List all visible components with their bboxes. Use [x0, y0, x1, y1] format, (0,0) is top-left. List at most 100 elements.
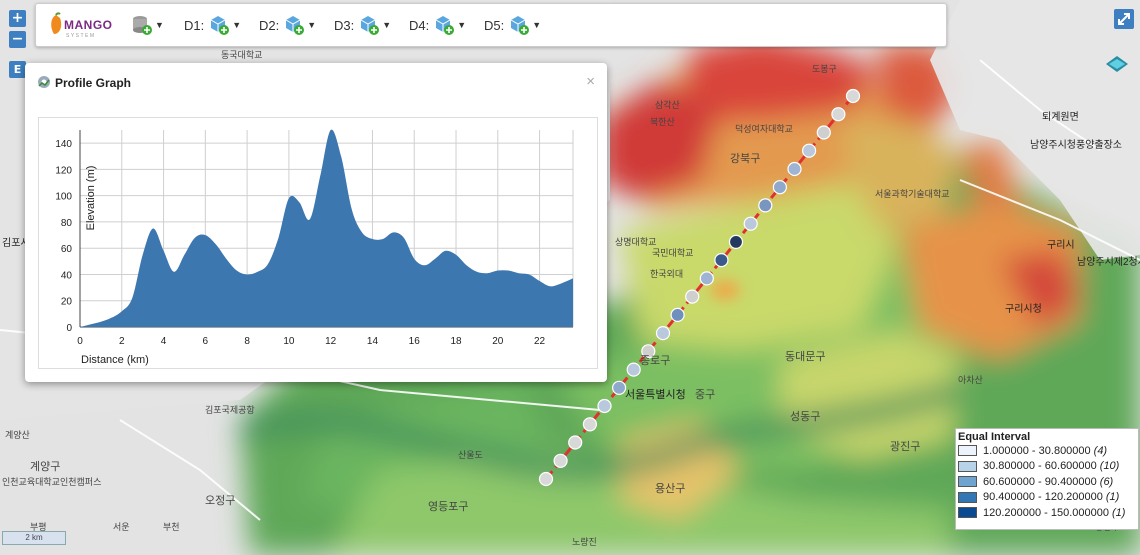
map-label: 노량진: [572, 536, 597, 547]
profile-point[interactable]: [816, 125, 831, 140]
x-tick-label: 4: [161, 336, 167, 347]
layers-icon: [1106, 56, 1128, 72]
y-tick-label: 20: [61, 297, 73, 308]
profile-point[interactable]: [758, 198, 773, 213]
profile-chart: 0 20 40 60 80 100 120 140 0 2 4 6 8 10 12 14 16 18 20 22 E…: [55, 129, 574, 366]
profile-point[interactable]: [611, 380, 627, 395]
x-tick-label: 2: [119, 336, 125, 347]
profile-point[interactable]: [568, 435, 583, 450]
zoom-in-button[interactable]: +: [9, 10, 26, 27]
edit-button[interactable]: E: [9, 61, 26, 78]
x-tick-label: 10: [283, 336, 295, 347]
layer-d2-menu[interactable]: D2: ▼: [259, 14, 316, 36]
profile-point[interactable]: [626, 362, 641, 377]
logo-subtext: SYSTEM: [66, 33, 96, 39]
x-tick-label: 6: [203, 336, 209, 347]
layer-label: D3:: [334, 17, 355, 33]
layer-d1-menu[interactable]: D1: ▼: [184, 14, 241, 36]
legend-swatch: [958, 491, 977, 503]
map-label: 성동구: [790, 410, 820, 423]
profile-point[interactable]: [553, 453, 568, 468]
layer-label: D4:: [409, 17, 430, 33]
map-label: 강북구: [730, 152, 760, 165]
map-label: 중구: [695, 389, 715, 401]
chevron-down-icon: ▼: [532, 20, 542, 30]
map-label: 영등포구: [428, 500, 468, 513]
cube-add-icon: [360, 16, 380, 35]
mango-logo-icon: [51, 12, 62, 34]
map-label: 동국대학교: [221, 50, 262, 60]
layers-button[interactable]: [1104, 53, 1130, 79]
layer-d3-menu[interactable]: D3: ▼: [334, 14, 391, 36]
map-label: 삼각산: [655, 99, 680, 110]
profile-point[interactable]: [655, 326, 671, 341]
chevron-down-icon: ▼: [457, 20, 467, 30]
chevron-down-icon: ▼: [232, 20, 242, 30]
profile-point[interactable]: [728, 234, 744, 249]
y-tick-label: 120: [55, 165, 72, 176]
legend-title: Equal Interval: [958, 431, 1031, 443]
legend-item: 90.400000 - 120.200000 (1): [956, 490, 1138, 506]
legend-item: 120.200000 - 150.000000 (1): [956, 505, 1138, 521]
expand-icon: [1118, 13, 1130, 25]
toolbar: MANGO SYSTEM ▼ D1: ▼ D2: ▼ D3: ▼ D4: ▼ D…: [35, 3, 947, 47]
y-tick-label: 80: [61, 218, 73, 229]
map-label: 용산구: [655, 482, 685, 495]
database-menu[interactable]: ▼: [131, 14, 164, 36]
legend-item: 60.600000 - 90.400000 (6): [956, 474, 1138, 490]
legend-label: 90.400000 - 120.200000: [983, 491, 1103, 504]
cube-add-icon: [435, 16, 455, 35]
profile-point[interactable]: [685, 289, 700, 304]
map-label: 구리시: [1047, 239, 1075, 251]
profile-point[interactable]: [699, 271, 714, 286]
y-axis-label: Elevation (m): [85, 166, 97, 231]
elevation-area: [80, 129, 573, 327]
legend-item: 30.800000 - 60.600000 (10): [956, 459, 1138, 475]
panel-title: Profile Graph: [55, 76, 132, 90]
scale-bar: 2 km: [2, 531, 66, 545]
legend-count: (6): [1099, 475, 1114, 488]
map-label: 남양주시제2청사: [1077, 256, 1140, 268]
layer-d4-menu[interactable]: D4: ▼: [409, 14, 466, 36]
legend-item: 1.000000 - 30.800000 (4): [956, 443, 1138, 459]
y-tick-label: 40: [61, 270, 73, 281]
profile-point[interactable]: [801, 143, 817, 158]
cube-add-icon: [210, 16, 230, 35]
map-label: 한국외대: [650, 268, 683, 279]
profile-point[interactable]: [582, 417, 598, 432]
map-label: 남양주시청풍양출장소: [1030, 139, 1122, 151]
fullscreen-button[interactable]: [1114, 9, 1134, 29]
map-label: 인천교육대학교인천캠퍼스: [2, 476, 101, 487]
x-tick-label: 12: [325, 336, 337, 347]
x-tick-label: 16: [409, 336, 421, 347]
profile-point[interactable]: [772, 180, 788, 195]
y-tick-labels: 0 20 40 60 80 100 120 140: [55, 139, 72, 334]
profile-point[interactable]: [670, 307, 685, 322]
chart-gear-icon: [38, 76, 50, 88]
zoom-out-button[interactable]: −: [9, 31, 26, 48]
database-add-icon: [133, 16, 152, 35]
y-tick-label: 0: [66, 323, 72, 334]
x-axis-label: Distance (km): [81, 354, 149, 366]
profile-point[interactable]: [831, 107, 846, 122]
map-label: 광진구: [890, 440, 920, 453]
map-label: 서운: [113, 522, 130, 532]
layer-d5-menu[interactable]: D5: ▼: [484, 14, 541, 36]
profile-point[interactable]: [743, 216, 758, 231]
profile-point[interactable]: [787, 161, 802, 177]
profile-point[interactable]: [597, 398, 612, 414]
y-tick-label: 60: [61, 244, 73, 255]
profile-point[interactable]: [538, 471, 554, 487]
map-label: 덕성여자대학교: [735, 123, 793, 134]
map-label: 서울특별시청: [625, 388, 686, 401]
map-label: 아차산: [958, 374, 983, 385]
x-tick-label: 20: [492, 336, 504, 347]
logo: MANGO SYSTEM: [48, 12, 113, 40]
x-tick-label: 14: [367, 336, 379, 347]
profile-point[interactable]: [845, 88, 861, 104]
x-tick-labels: 0 2 4 6 8 10 12 14 16 18 20 22: [77, 336, 545, 347]
close-button[interactable]: ×: [586, 73, 595, 90]
chevron-down-icon: ▼: [307, 20, 317, 30]
profile-point[interactable]: [714, 253, 729, 268]
legend-swatch: [958, 507, 977, 519]
